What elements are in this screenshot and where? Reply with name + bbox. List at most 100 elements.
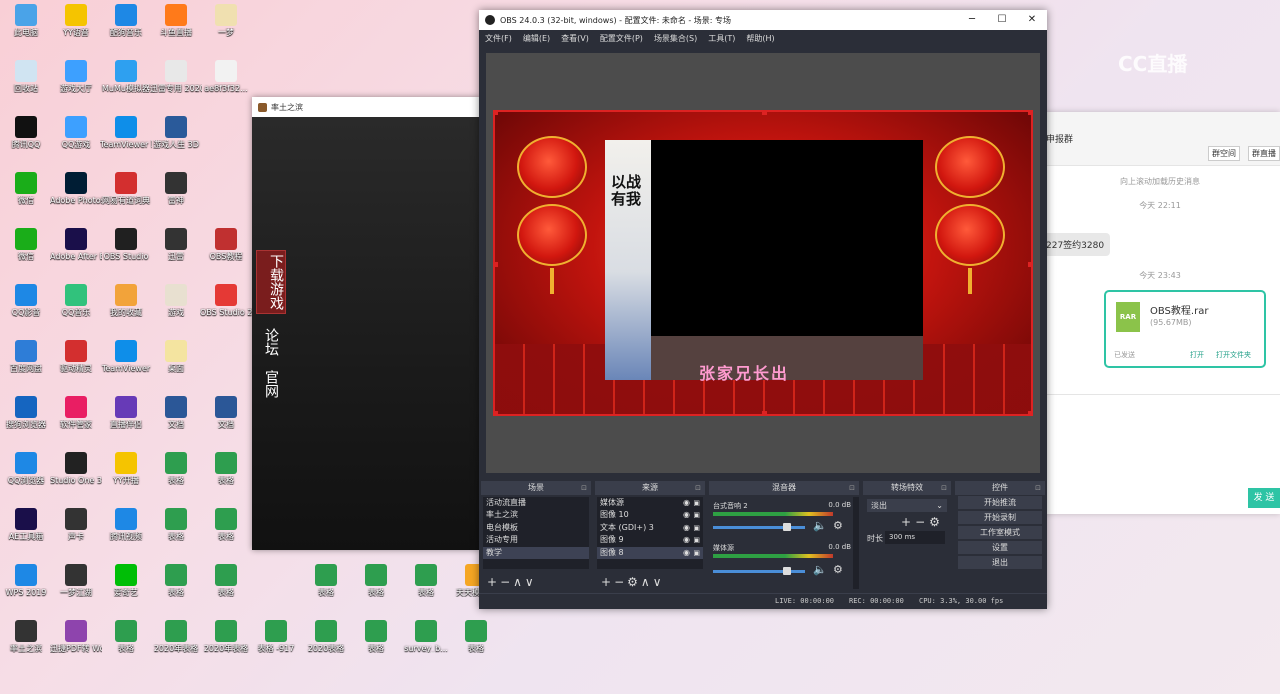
- close-icon[interactable]: ✕: [1017, 10, 1047, 30]
- maximize-icon[interactable]: ☐: [987, 10, 1017, 30]
- speaker-icon[interactable]: 🔈: [813, 519, 827, 532]
- scene-item[interactable]: 活动流直播: [483, 497, 589, 509]
- resize-handle[interactable]: [495, 262, 498, 267]
- desktop-icon[interactable]: 直播伴侣: [100, 394, 152, 448]
- lock-icon[interactable]: ▣: [693, 497, 700, 509]
- remove-icon[interactable]: −: [500, 575, 513, 589]
- up-icon[interactable]: ∧: [641, 575, 653, 589]
- resize-handle[interactable]: [1028, 112, 1031, 115]
- desktop-icon[interactable]: 表格: [100, 618, 152, 672]
- desktop-icon[interactable]: 一梦: [200, 2, 252, 56]
- desktop-icon[interactable]: 迅雷专用 2020020...: [150, 58, 202, 112]
- desktop-icon[interactable]: 此电脑: [0, 2, 52, 56]
- scrollbar[interactable]: [853, 497, 859, 589]
- resize-handle[interactable]: [1028, 411, 1031, 414]
- source-item[interactable]: 图像 10 ◉ ▣: [597, 509, 703, 521]
- desktop-icon[interactable]: 迅雷: [150, 226, 202, 280]
- add-icon[interactable]: +: [601, 575, 614, 589]
- desktop-icon[interactable]: YY开播: [100, 450, 152, 504]
- desktop-icon[interactable]: 一梦江湖: [50, 562, 102, 616]
- desktop-icon[interactable]: 回收站: [0, 58, 52, 112]
- scene-item[interactable]: 电台模板: [483, 522, 589, 534]
- desktop-icon[interactable]: 文档: [150, 394, 202, 448]
- desktop-icon[interactable]: 表格: [400, 562, 452, 616]
- desktop-icon[interactable]: survey_b...: [400, 618, 452, 672]
- desktop-icon[interactable]: 软件管家: [50, 394, 102, 448]
- scene-item[interactable]: 活动专用: [483, 534, 589, 546]
- desktop-icon[interactable]: MuMu模拟器: [100, 58, 152, 112]
- add-icon[interactable]: +: [901, 515, 915, 529]
- transition-select[interactable]: 淡出 ⌄: [867, 499, 947, 512]
- download-game-button[interactable]: 下载游戏: [256, 250, 286, 314]
- desktop-icon[interactable]: 游戏人生 3D: [150, 114, 202, 168]
- desktop-icon[interactable]: 驱动精灵: [50, 338, 102, 392]
- desktop-icon[interactable]: 桌面: [150, 338, 202, 392]
- dock-close-icon[interactable]: ⊡: [1035, 481, 1041, 495]
- down-icon[interactable]: ∨: [653, 575, 665, 589]
- resize-handle[interactable]: [762, 411, 767, 414]
- studio-mode-button[interactable]: 工作室模式: [958, 526, 1042, 539]
- desktop-icon[interactable]: Adobe After Effects 2019: [50, 226, 102, 280]
- source-item[interactable]: 图像 8 ◉ ▣: [597, 546, 703, 559]
- desktop-icon[interactable]: ae8f3f32...: [200, 58, 252, 112]
- desktop-icon[interactable]: WPS 2019: [0, 562, 52, 616]
- desktop-icon[interactable]: 酷狗音乐: [100, 2, 152, 56]
- source-item[interactable]: 图像 9 ◉ ▣: [597, 534, 703, 546]
- group-space-button[interactable]: 群空间: [1208, 146, 1240, 161]
- visibility-icon[interactable]: ◉: [683, 547, 690, 559]
- desktop-icon[interactable]: 表格: [150, 506, 202, 560]
- desktop-icon[interactable]: 表格: [200, 450, 252, 504]
- visibility-icon[interactable]: ◉: [683, 497, 690, 509]
- menu-help[interactable]: 帮助(H): [746, 33, 774, 44]
- desktop-icon[interactable]: 迅捷PDF转 Word: [50, 618, 102, 672]
- remove-icon[interactable]: −: [915, 515, 929, 529]
- menu-scene-collection[interactable]: 场景集合(S): [654, 33, 697, 44]
- visibility-icon[interactable]: ◉: [683, 522, 690, 534]
- dock-close-icon[interactable]: ⊡: [581, 481, 587, 495]
- desktop-icon[interactable]: 雷神: [150, 170, 202, 224]
- gear-icon[interactable]: ⚙: [833, 563, 843, 576]
- desktop-icon[interactable]: 表格: [300, 562, 352, 616]
- group-live-button[interactable]: 群直播: [1248, 146, 1280, 161]
- menu-tools[interactable]: 工具(T): [708, 33, 735, 44]
- resize-handle[interactable]: [495, 112, 498, 115]
- visibility-icon[interactable]: ◉: [683, 534, 690, 546]
- lock-icon[interactable]: ▣: [693, 547, 700, 559]
- desktop-icon[interactable]: 爱奇艺: [100, 562, 152, 616]
- desktop-icon[interactable]: YY语音: [50, 2, 102, 56]
- desktop-icon[interactable]: 声卡: [50, 506, 102, 560]
- dock-close-icon[interactable]: ⊡: [941, 481, 947, 495]
- send-button[interactable]: 发 送: [1248, 488, 1280, 508]
- volume-slider[interactable]: [713, 523, 805, 531]
- desktop-icon[interactable]: Studio One 3: [50, 450, 102, 504]
- slider-knob[interactable]: [782, 567, 791, 575]
- desktop-icon[interactable]: 腾讯视频: [100, 506, 152, 560]
- exit-button[interactable]: 退出: [958, 556, 1042, 569]
- add-icon[interactable]: +: [487, 575, 500, 589]
- desktop-icon[interactable]: 2020年表格: [150, 618, 202, 672]
- lock-icon[interactable]: ▣: [693, 509, 700, 521]
- desktop-icon[interactable]: 表格: [350, 618, 402, 672]
- desktop-icon[interactable]: 表格: [150, 450, 202, 504]
- desktop-icon[interactable]: QQ游戏: [50, 114, 102, 168]
- desktop-icon[interactable]: Adobe Photosh...: [50, 170, 102, 224]
- desktop-icon[interactable]: OBS Studio: [100, 226, 152, 280]
- start-streaming-button[interactable]: 开始推流: [958, 496, 1042, 509]
- down-icon[interactable]: ∨: [525, 575, 537, 589]
- open-folder-link[interactable]: 打开文件夹: [1216, 350, 1251, 360]
- desktop-icon[interactable]: 2020表格: [300, 618, 352, 672]
- dock-close-icon[interactable]: ⊡: [695, 481, 701, 495]
- desktop-icon[interactable]: 2020年表格: [200, 618, 252, 672]
- desktop-icon[interactable]: 网易有道词典: [100, 170, 152, 224]
- speaker-icon[interactable]: 🔈: [813, 563, 827, 576]
- obs-titlebar[interactable]: OBS 24.0.3 (32-bit, windows) - 配置文件: 未命名…: [479, 10, 1047, 30]
- desktop-icon[interactable]: 表格: [200, 562, 252, 616]
- minimize-icon[interactable]: ─: [957, 10, 987, 30]
- desktop-icon[interactable]: 表格: [450, 618, 502, 672]
- desktop-icon[interactable]: 腾讯QQ: [0, 114, 52, 168]
- desktop-icon[interactable]: QQ音乐: [50, 282, 102, 336]
- lock-icon[interactable]: ▣: [693, 534, 700, 546]
- settings-button[interactable]: 设置: [958, 541, 1042, 554]
- desktop-icon[interactable]: TeamViewer 取消(打开): [100, 114, 152, 168]
- message-input-area[interactable]: [1040, 394, 1280, 514]
